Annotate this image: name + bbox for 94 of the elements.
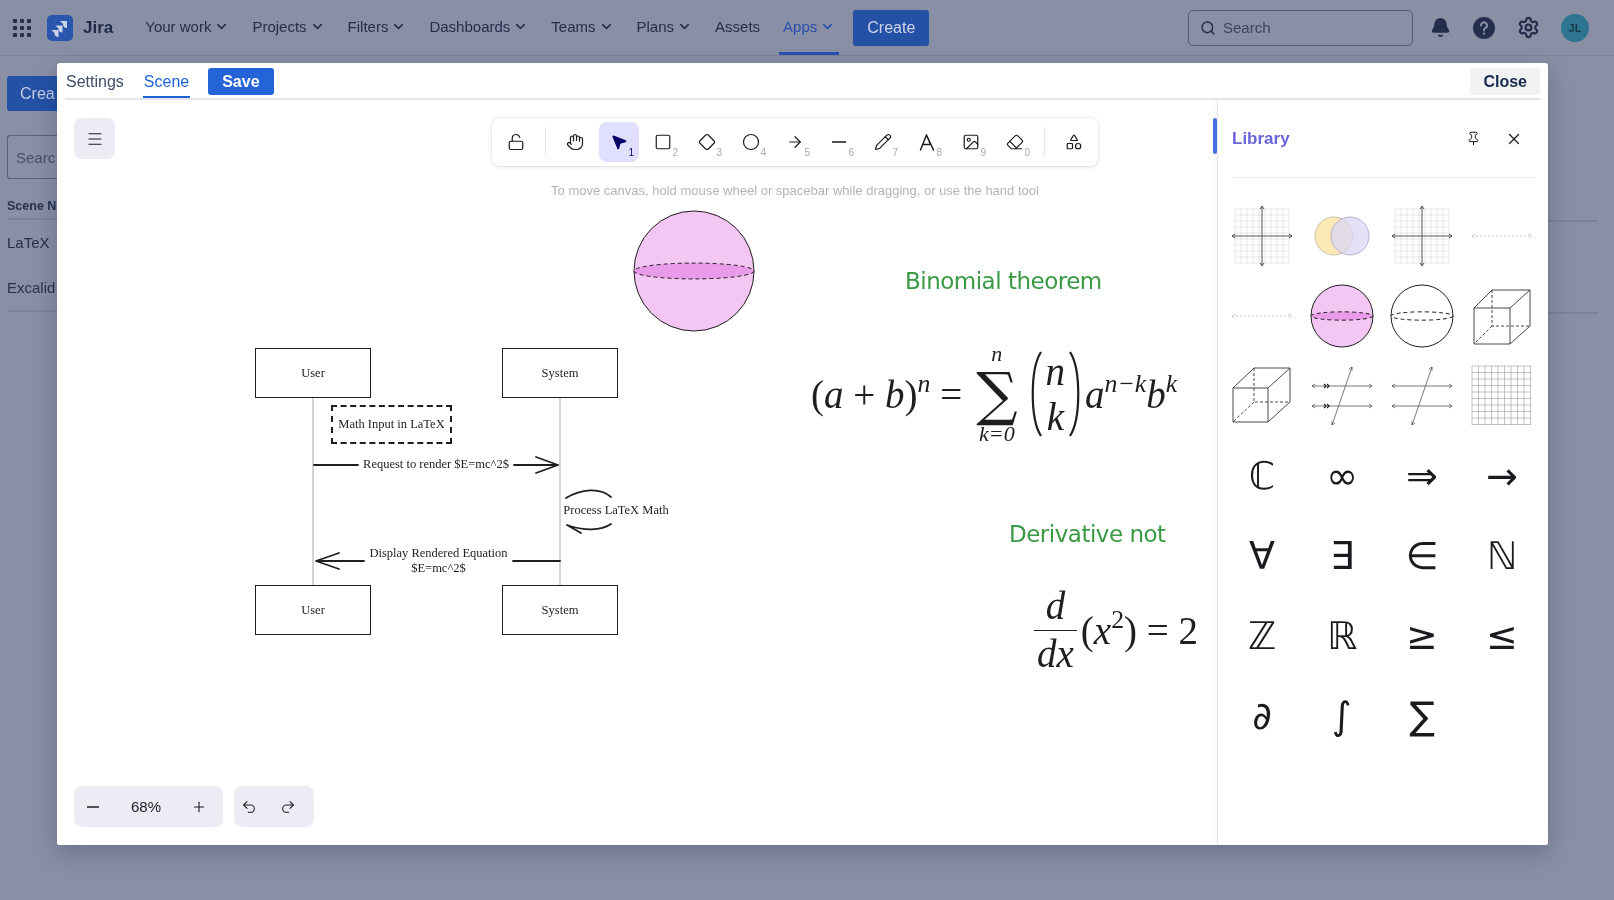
square-icon [654,133,672,151]
math-symbol[interactable]: ∫ [1332,697,1352,735]
note-node: Math Input in LaTeX [331,405,452,444]
diamond-icon [698,133,716,151]
nav-menu-item[interactable]: Plans [632,0,697,55]
message-line [313,464,359,466]
grid-icon[interactable] [1470,364,1534,428]
math-symbol[interactable]: ≤ [1486,617,1518,655]
tool-button[interactable]: 1 [599,122,639,162]
self-message-arrow [566,523,612,534]
binomial-entry: n [1045,352,1066,391]
message-label: Display Rendered Equation $E=mc^2$ [368,546,509,576]
table-cell[interactable]: Excalid [7,265,57,310]
canvas-hint: To move canvas, hold mouse wheel or spacebar while dragging, or use the hand tool [551,183,1039,198]
math-symbol[interactable]: ℕ [1486,537,1518,575]
pointer-icon [610,133,628,151]
math-symbol[interactable]: ∞ [1326,457,1358,495]
shapes-icon [1065,133,1083,151]
fraction-numerator: d [1044,586,1067,627]
padlock-icon [507,133,525,151]
product-name[interactable]: Jira [83,17,114,38]
coordinate-grid-icon[interactable] [1230,204,1294,268]
math-symbol[interactable]: → [1486,457,1518,495]
line-icon [832,141,846,143]
self-message-line [565,489,612,499]
math-symbol[interactable]: ∈ [1405,537,1439,575]
dots-grid-icon[interactable] [13,18,31,37]
math-symbol[interactable]: ⇒ [1406,457,1438,495]
save-button[interactable]: Save [208,68,274,95]
search-icon [1200,19,1216,36]
table-cell[interactable]: LaTeX [7,220,57,265]
hand-icon [566,133,584,151]
help-icon [1473,16,1495,39]
settings-icon [1516,16,1540,39]
canvas-text: Derivative not [1009,521,1166,547]
math-symbol[interactable]: ∂ [1252,697,1272,735]
nav-menu-item[interactable]: Assets [711,0,765,55]
binomial-entry: k [1046,397,1064,436]
image-icon [962,133,980,151]
eraser-icon [1006,133,1024,151]
text-icon [919,133,935,151]
app-logo-icon[interactable] [47,14,73,41]
math-symbol[interactable]: ∃ [1330,537,1354,575]
sidebar-indicator [1213,118,1217,154]
participant-node: User [255,585,371,635]
formula-text: a$^{n−k}$b$^{k}$ [1085,374,1178,414]
message-label: Request to render $E=mc^2$ [362,457,510,472]
pencil-icon [874,133,892,151]
tab[interactable]: Scene [142,68,191,98]
nav-menu-item[interactable]: Projects [248,0,329,55]
math-symbol[interactable]: ∀ [1249,537,1275,575]
message-arrow [315,552,365,570]
library-title: Library [1232,128,1290,149]
message-label: Process LaTeX Math [562,503,670,518]
parallel-lines-icon[interactable] [1390,364,1454,428]
message-line [512,560,561,562]
coordinate-grid-icon[interactable] [1390,204,1454,268]
participant-node: User [255,348,371,398]
nav-menu-item[interactable]: Dashboards [425,0,533,55]
parenthesis-icon [1029,351,1043,437]
canvas-text: Binomial theorem [905,268,1102,294]
minus-icon [86,805,99,808]
sphere-icon[interactable] [1310,284,1374,348]
parenthesis-icon [1068,351,1082,437]
column-header: Scene N [7,199,57,214]
math-symbol[interactable]: ℝ [1326,617,1358,655]
undo-icon [241,798,257,815]
menu-button[interactable] [74,118,115,159]
nav-menu-item[interactable]: Teams [547,0,618,55]
bell-icon [1429,17,1451,38]
arrow-icon [786,133,804,151]
pin-icon [1465,131,1481,146]
nav-menu-item[interactable]: Your work [141,0,234,55]
zoom-reset-button[interactable]: 68% [111,786,181,827]
search-field[interactable]: Searc [7,135,57,179]
summation-limit: n [991,343,1003,365]
redo-icon [280,798,296,815]
parallel-lines-icon[interactable] [1310,364,1374,428]
create-button[interactable]: Create [853,9,930,46]
fraction-denominator: dx [1036,633,1075,675]
math-symbol[interactable]: ∑ [1409,697,1435,735]
create-button[interactable]: Crea [7,76,57,111]
tab[interactable]: Settings [65,68,125,98]
search-field[interactable]: Search [1188,9,1413,46]
math-symbol[interactable]: ℤ [1247,617,1277,655]
participant-node: System [502,585,618,635]
sphere-icon[interactable] [1390,284,1454,348]
nav-menu-item[interactable]: Filters [343,0,411,55]
participant-node: System [502,348,618,398]
math-symbol[interactable]: ≥ [1406,617,1438,655]
close-button[interactable]: Close [1470,68,1540,95]
math-symbol[interactable]: ℂ [1248,457,1276,495]
message-arrow [513,456,559,474]
circle-icon [742,133,760,151]
